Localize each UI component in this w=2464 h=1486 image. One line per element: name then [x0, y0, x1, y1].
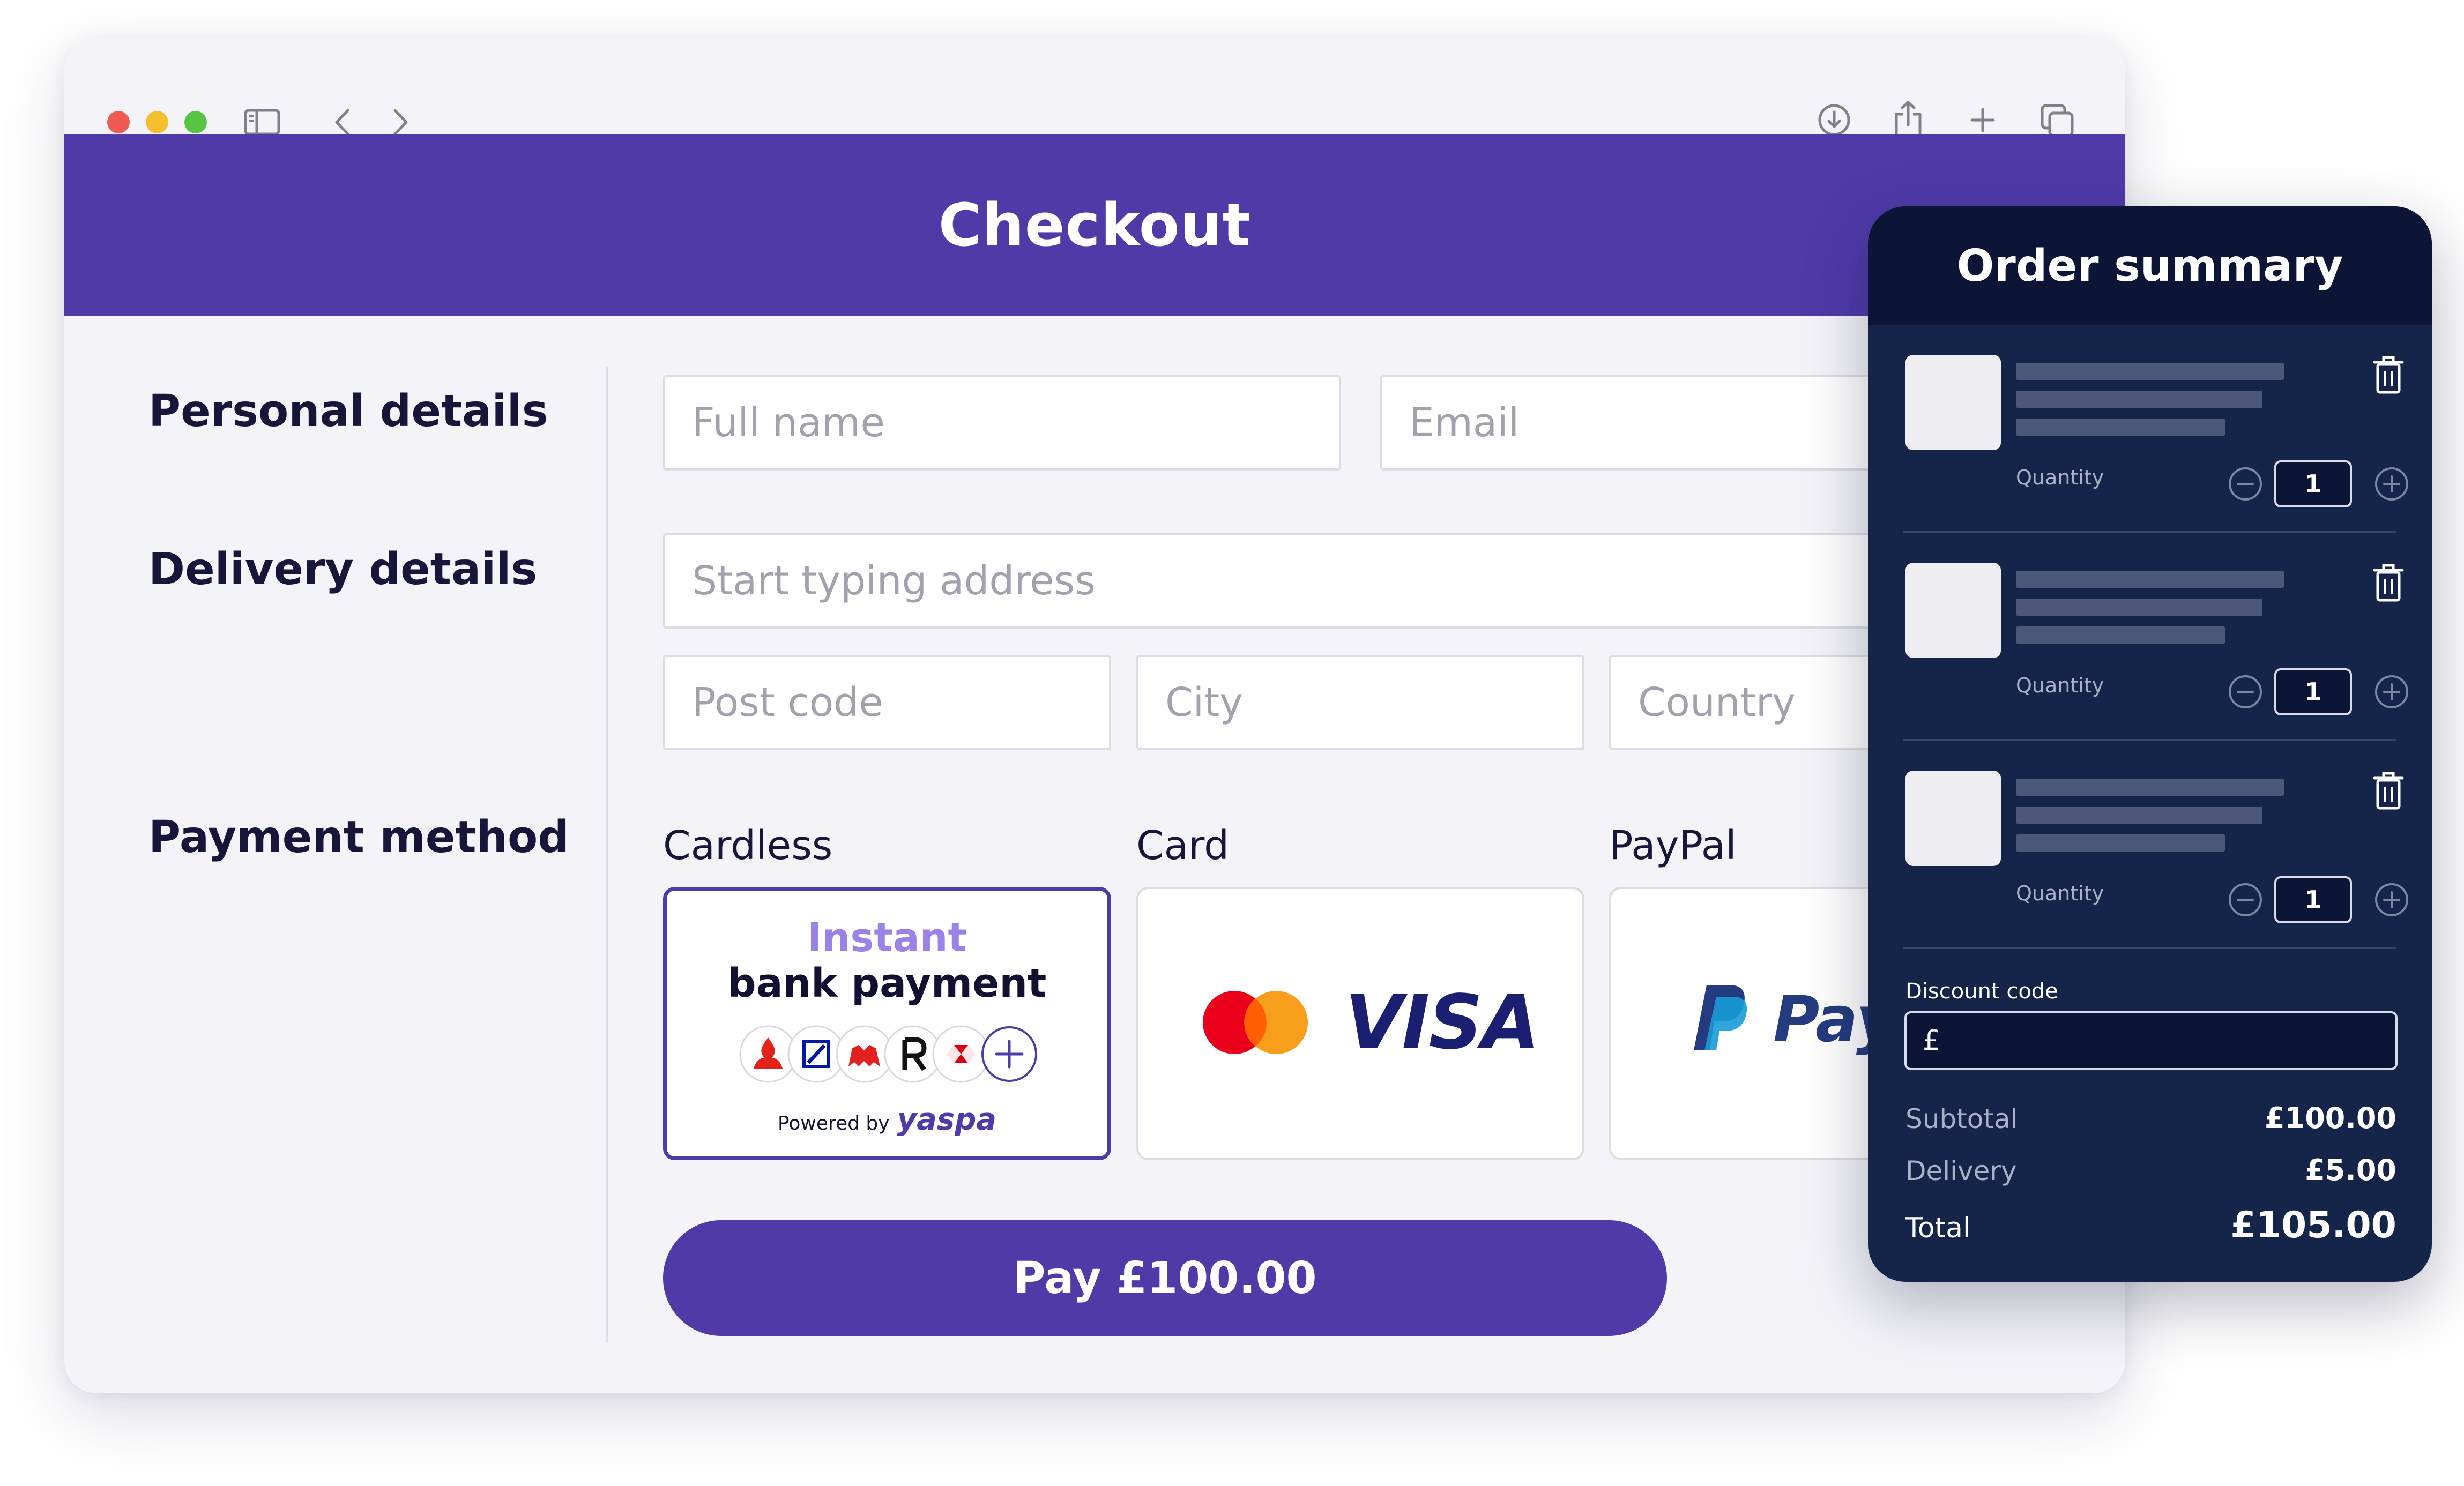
- item-thumbnail: [1905, 563, 2001, 658]
- minus-circle-icon[interactable]: [2228, 466, 2263, 502]
- payment-method-heading: Payment method: [148, 812, 570, 863]
- close-window-button[interactable]: [107, 111, 130, 133]
- download-icon[interactable]: [1817, 103, 1851, 137]
- payment-tab-cardless-label: Cardless: [663, 823, 833, 869]
- pay-button[interactable]: Pay £100.00: [663, 1220, 1667, 1336]
- order-summary-header: Order summary: [1868, 206, 2432, 325]
- quantity-field[interactable]: [2274, 460, 2352, 507]
- payment-tab-paypal-label: PayPal: [1609, 823, 1737, 869]
- yaspa-logo: yaspa: [897, 1102, 997, 1137]
- item-price-placeholder: [2016, 834, 2225, 852]
- subtotal-value: £100.00: [2265, 1101, 2396, 1135]
- subtotal-label: Subtotal: [1905, 1103, 2018, 1134]
- item-title-placeholder: [2016, 363, 2284, 380]
- payment-option-cardless[interactable]: Instant bank payment Powered by yaspa: [663, 887, 1111, 1160]
- quantity-label: Quantity: [2016, 882, 2104, 905]
- mastercard-logo: [1203, 991, 1308, 1054]
- delivery-details-heading: Delivery details: [148, 544, 538, 595]
- total-row: Total £105.00: [1905, 1204, 2396, 1246]
- section-divider: [606, 367, 608, 1342]
- postcode-input[interactable]: [663, 655, 1111, 750]
- city-input[interactable]: [1136, 655, 1584, 750]
- item-price-placeholder: [2016, 626, 2225, 644]
- subtotal-row: Subtotal £100.00: [1905, 1101, 2396, 1135]
- quantity-field[interactable]: [2274, 876, 2352, 923]
- trash-icon[interactable]: [2372, 563, 2405, 602]
- order-item: Quantity: [1868, 325, 2432, 533]
- back-chevron-icon[interactable]: [331, 106, 353, 138]
- discount-code-label: Discount code: [1905, 979, 2058, 1004]
- minus-circle-icon[interactable]: [2228, 882, 2263, 917]
- maximize-window-button[interactable]: [184, 111, 207, 133]
- item-title-placeholder: [2016, 779, 2284, 796]
- paypal-logo: [1694, 985, 1747, 1050]
- browser-toolbar: [64, 38, 2125, 139]
- tabs-overview-icon[interactable]: [2039, 103, 2075, 138]
- item-price-placeholder: [2016, 419, 2225, 436]
- total-label: Total: [1905, 1212, 1971, 1244]
- item-title-placeholder: [2016, 571, 2284, 588]
- full-name-input[interactable]: [663, 375, 1341, 471]
- order-summary-title: Order summary: [1956, 240, 2343, 292]
- trash-icon[interactable]: [2372, 771, 2405, 810]
- bank-logos-icons: [738, 1024, 1038, 1085]
- forward-chevron-icon[interactable]: [390, 106, 412, 138]
- item-subtitle-placeholder: [2016, 391, 2262, 408]
- delivery-label: Delivery: [1905, 1155, 2017, 1186]
- order-item: Quantity: [1868, 741, 2432, 949]
- address-input[interactable]: [663, 533, 1970, 629]
- plus-circle-icon[interactable]: [2374, 466, 2409, 502]
- total-value: £105.00: [2230, 1204, 2396, 1246]
- discount-code-input[interactable]: [1904, 1011, 2398, 1070]
- browser-window: Checkout Personal details Delivery detai…: [64, 38, 2125, 1393]
- minimize-window-button[interactable]: [146, 111, 168, 133]
- payment-option-card[interactable]: VISA: [1136, 887, 1584, 1160]
- delivery-row: Delivery £5.00: [1905, 1153, 2396, 1187]
- quantity-label: Quantity: [2016, 466, 2104, 489]
- order-summary-panel: Order summary Quantity Quantity Quantity: [1868, 206, 2432, 1282]
- sidebar-toggle-icon[interactable]: [244, 106, 280, 138]
- powered-by-row: Powered by yaspa: [667, 1102, 1107, 1137]
- quantity-label: Quantity: [2016, 674, 2104, 697]
- personal-details-heading: Personal details: [148, 386, 548, 437]
- trash-icon[interactable]: [2372, 355, 2405, 394]
- plus-circle-icon[interactable]: [2374, 882, 2409, 917]
- new-tab-plus-icon[interactable]: [1969, 106, 1997, 134]
- item-subtitle-placeholder: [2016, 599, 2262, 616]
- page-title: Checkout: [938, 191, 1252, 259]
- item-thumbnail: [1905, 355, 2001, 450]
- bank-payment-label: bank payment: [727, 960, 1047, 1006]
- quantity-field[interactable]: [2274, 668, 2352, 715]
- item-divider: [1903, 947, 2396, 949]
- powered-by-label: Powered by: [777, 1112, 890, 1134]
- instant-label: Instant: [807, 915, 967, 961]
- plus-circle-icon[interactable]: [2374, 674, 2409, 710]
- item-thumbnail: [1905, 771, 2001, 866]
- minus-circle-icon[interactable]: [2228, 674, 2263, 710]
- item-subtitle-placeholder: [2016, 807, 2262, 824]
- payment-tab-card-label: Card: [1136, 823, 1230, 869]
- visa-logo: VISA: [1345, 979, 1540, 1066]
- order-item: Quantity: [1868, 533, 2432, 741]
- delivery-value: £5.00: [2305, 1153, 2396, 1187]
- checkout-banner: Checkout: [64, 134, 2125, 316]
